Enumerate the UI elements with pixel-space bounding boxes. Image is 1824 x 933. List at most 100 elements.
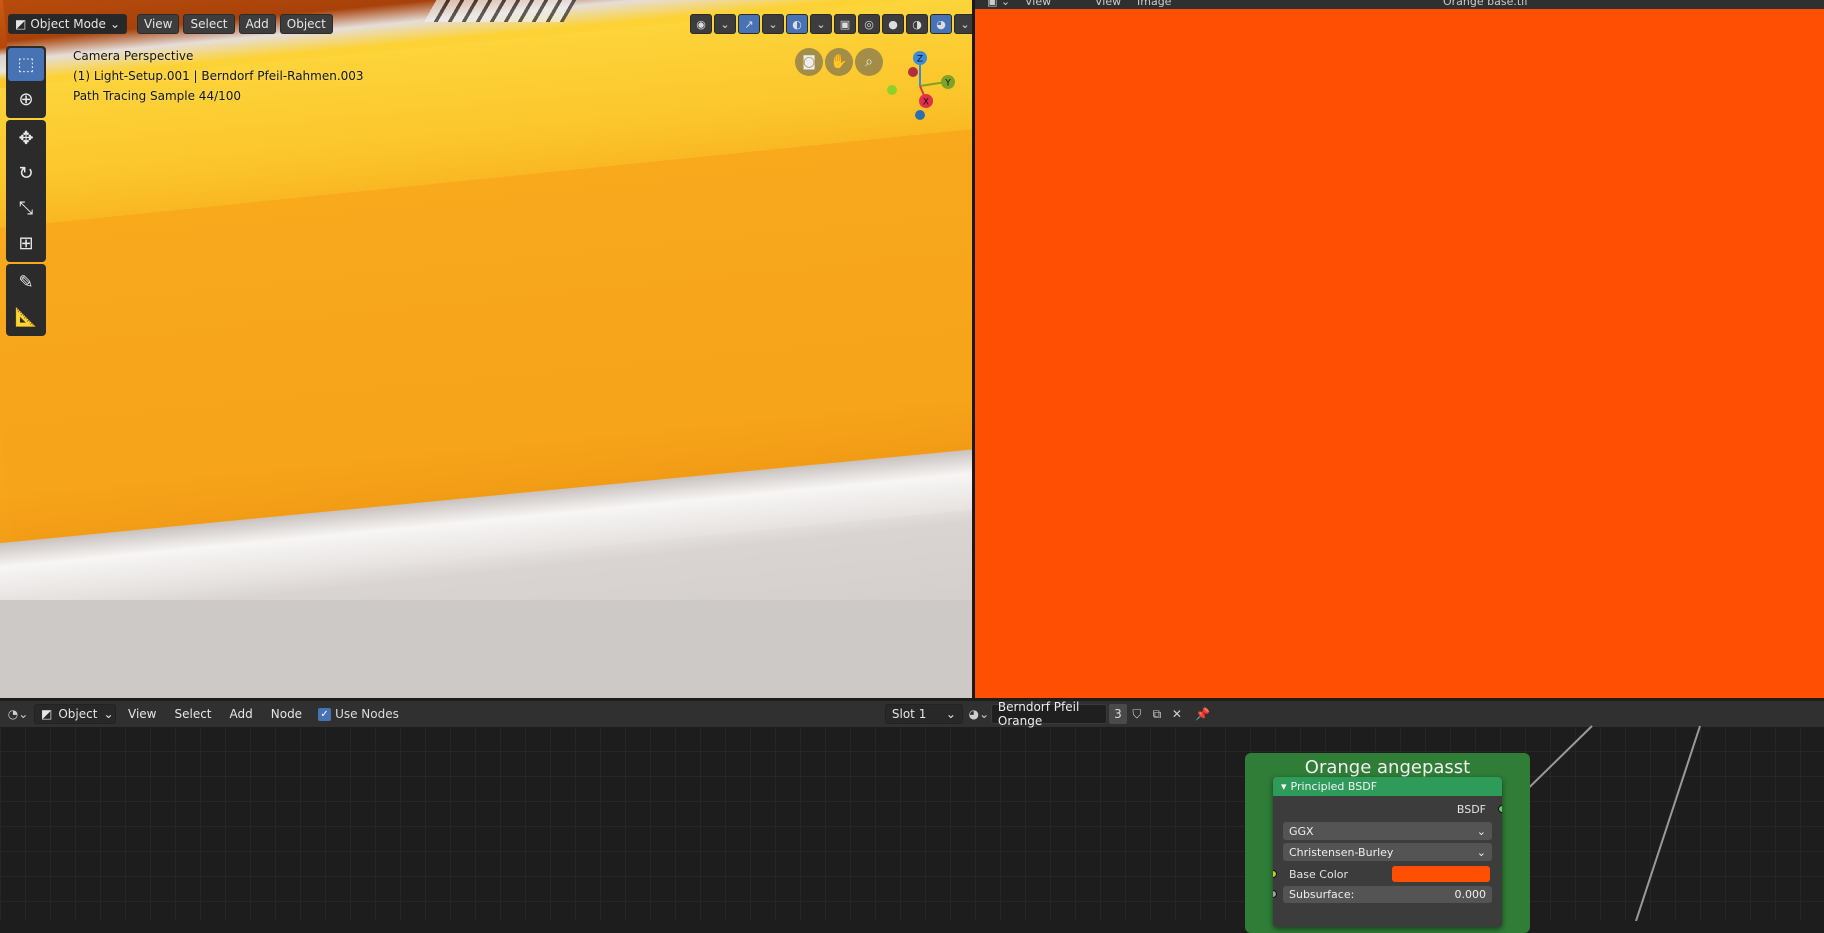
- menu-select[interactable]: Select: [183, 14, 235, 34]
- node-links: [1502, 725, 1701, 921]
- gizmo-dropdown-icon[interactable]: ⌄: [762, 14, 784, 34]
- gizmo-neg-z[interactable]: [915, 110, 925, 120]
- wireframe-shading-icon[interactable]: ◎: [858, 14, 880, 34]
- menu-view[interactable]: View: [1025, 0, 1051, 8]
- unlink-material-icon[interactable]: ✕: [1167, 704, 1187, 724]
- xray-icon[interactable]: ▣: [834, 14, 856, 34]
- viewport-info-overlay: Camera Perspective (1) Light-Setup.001 |…: [73, 46, 364, 106]
- chevron-down-icon: ⌄: [109, 17, 120, 31]
- distribution-value: GGX: [1289, 824, 1314, 838]
- image-editor-header: ▣ ⌄ View View Image Orange base.tif: [975, 0, 1824, 9]
- gizmo-z-label: Z: [917, 55, 923, 65]
- object-type-dropdown[interactable]: ◩ Object ⌄: [34, 704, 116, 724]
- measure-icon[interactable]: 📐: [8, 301, 44, 334]
- camera-view-icon[interactable]: ◙: [795, 48, 823, 76]
- menu-view[interactable]: View: [122, 707, 162, 721]
- chevron-down-icon: ⌄: [1476, 845, 1486, 859]
- rendered-shading-icon[interactable]: ◕: [930, 14, 952, 34]
- navigation-widgets: ◙ ✋ ⌕: [795, 48, 883, 76]
- collapse-triangle-icon[interactable]: ▾: [1281, 780, 1287, 793]
- use-nodes-toggle[interactable]: ✓ Use Nodes: [318, 707, 399, 721]
- node-header[interactable]: ▾ Principled BSDF: [1273, 777, 1502, 796]
- use-nodes-label: Use Nodes: [335, 707, 399, 721]
- subsurface-slider[interactable]: Subsurface: 0.000: [1283, 885, 1492, 903]
- mode-label: Object Mode: [30, 17, 106, 31]
- menu-object[interactable]: Object: [279, 14, 333, 34]
- duplicate-material-icon[interactable]: ⧉: [1147, 704, 1167, 724]
- zoom-icon[interactable]: ⌕: [855, 48, 883, 76]
- render-stripes: [423, 0, 577, 22]
- mode-dropdown[interactable]: ◩ Object Mode ⌄: [8, 14, 127, 34]
- principled-bsdf-node[interactable]: ▾ Principled BSDF BSDF GGX ⌄ Christensen…: [1273, 777, 1502, 927]
- bsdf-output-row: BSDF: [1273, 799, 1502, 819]
- transform-icon[interactable]: ⊞: [8, 227, 44, 260]
- fake-user-shield-icon[interactable]: ⛉: [1127, 704, 1147, 724]
- rotate-icon[interactable]: ↻: [8, 157, 44, 190]
- base-color-socket[interactable]: [1273, 870, 1277, 878]
- render-progress-text: Path Tracing Sample 44/100: [73, 89, 242, 103]
- frame-title: Orange angepasst: [1304, 757, 1471, 778]
- cursor-icon[interactable]: ⊕: [8, 83, 44, 116]
- menu-view[interactable]: View: [137, 14, 180, 34]
- render-floor: [0, 600, 972, 698]
- 3d-viewport[interactable]: ◩ Object Mode ⌄ View Select Add Object ◉…: [0, 0, 972, 698]
- select-box-icon[interactable]: ⬚: [8, 48, 44, 81]
- object-icon: ◩: [41, 707, 53, 721]
- menu-add[interactable]: Add: [224, 707, 259, 721]
- material-browse-icon[interactable]: ◕⌄: [969, 704, 990, 724]
- orientation-gizmo[interactable]: Z Y X: [880, 48, 970, 128]
- base-color-swatch[interactable]: [1392, 866, 1490, 882]
- overlay-dropdown-icon[interactable]: ⌄: [810, 14, 832, 34]
- overlay-toggle-icon[interactable]: ◐: [786, 14, 808, 34]
- bsdf-output-socket[interactable]: [1498, 805, 1502, 813]
- move-icon[interactable]: ✥: [8, 122, 44, 155]
- gizmo-y-label: Y: [944, 79, 951, 89]
- image-name-field[interactable]: Orange base.tif: [1443, 0, 1528, 8]
- slot-dropdown[interactable]: Slot 1 ⌄: [884, 704, 963, 724]
- menu-view-2[interactable]: View: [1095, 0, 1121, 8]
- menu-image[interactable]: Image: [1137, 0, 1171, 8]
- base-color-row: Base Color: [1273, 864, 1502, 884]
- material-shading-icon[interactable]: ◑: [906, 14, 928, 34]
- active-object-text: (1) Light-Setup.001 | Berndorf Pfeil-Rah…: [73, 69, 364, 83]
- solid-shading-icon[interactable]: ●: [882, 14, 904, 34]
- visibility-icon[interactable]: ◉: [690, 14, 712, 34]
- object-type-label: Object: [58, 707, 98, 721]
- shader-editor-type-icon[interactable]: ◔⌄: [8, 704, 29, 724]
- subsurface-socket[interactable]: [1273, 890, 1277, 898]
- shading-dropdown-icon[interactable]: ⌄: [954, 14, 972, 34]
- subsurface-label: Subsurface:: [1289, 887, 1355, 901]
- node-frame[interactable]: Orange angepasst ▾ Principled BSDF BSDF …: [1245, 753, 1530, 933]
- viewport-header: ◩ Object Mode ⌄ View Select Add Object: [0, 10, 333, 38]
- menu-select[interactable]: Select: [168, 707, 217, 721]
- subsurface-row: Subsurface: 0.000: [1273, 884, 1502, 904]
- material-users-count[interactable]: 3: [1108, 704, 1127, 724]
- node-title: Principled BSDF: [1290, 780, 1378, 793]
- subsurface-method-value: Christensen-Burley: [1289, 845, 1394, 859]
- shader-node-editor[interactable]: ◔⌄ ◩ Object ⌄ View Select Add Node ✓ Use…: [0, 700, 1824, 933]
- visibility-dropdown-icon[interactable]: ⌄: [714, 14, 736, 34]
- scale-icon[interactable]: ⤡: [8, 192, 44, 225]
- chevron-down-icon: ⌄: [945, 707, 956, 721]
- gizmo-toggle-icon[interactable]: ↗: [738, 14, 760, 34]
- viewport-shading-tools: ◉ ⌄ ↗ ⌄ ◐ ⌄ ▣ ◎ ● ◑ ◕ ⌄ ❚❚: [690, 14, 972, 34]
- distribution-dropdown[interactable]: GGX ⌄: [1283, 822, 1492, 840]
- editor-type-icon[interactable]: ▣ ⌄: [987, 0, 1010, 8]
- chevron-down-icon: ⌄: [1476, 824, 1486, 838]
- pin-icon[interactable]: 📌: [1193, 704, 1213, 724]
- gizmo-neg-x[interactable]: [908, 67, 918, 77]
- menu-node[interactable]: Node: [265, 707, 308, 721]
- chevron-down-icon: ⌄: [103, 707, 114, 721]
- menu-add[interactable]: Add: [238, 14, 276, 34]
- gizmo-neg-y[interactable]: [887, 85, 897, 95]
- subsurface-value: 0.000: [1454, 887, 1487, 901]
- material-name-field[interactable]: Berndorf Pfeil Orange: [990, 700, 1107, 728]
- node-editor-header: ◔⌄ ◩ Object ⌄ View Select Add Node ✓ Use…: [0, 700, 1824, 728]
- image-editor[interactable]: ▣ ⌄ View View Image Orange base.tif: [975, 0, 1824, 698]
- view-name-text: Camera Perspective: [73, 49, 194, 63]
- pan-hand-icon[interactable]: ✋: [825, 48, 853, 76]
- tool-shelf: ⬚ ⊕ ✥ ↻ ⤡ ⊞ ✎ 📐: [6, 46, 46, 336]
- subsurface-method-dropdown[interactable]: Christensen-Burley ⌄: [1283, 843, 1492, 861]
- bsdf-output-label: BSDF: [1456, 802, 1486, 816]
- annotate-icon[interactable]: ✎: [8, 266, 44, 299]
